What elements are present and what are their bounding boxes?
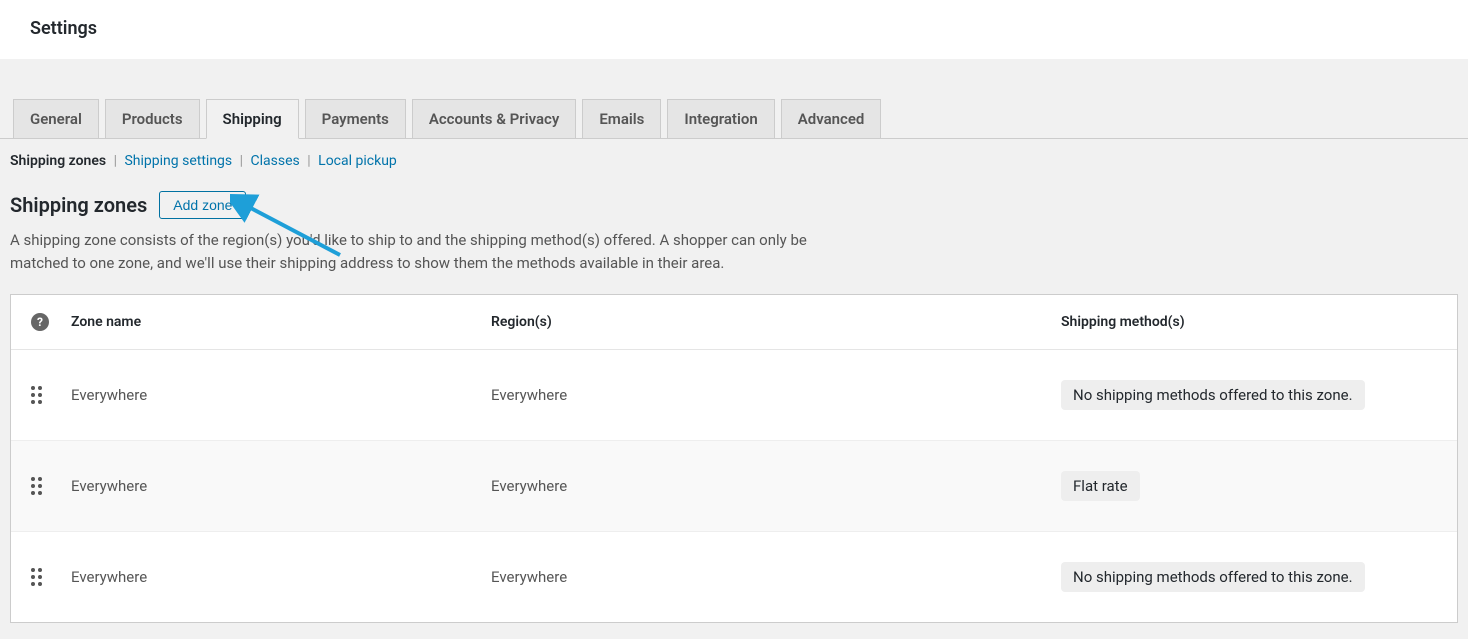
zone-name-cell: Everywhere xyxy=(71,568,491,586)
zone-method-cell: Flat rate xyxy=(1061,471,1437,501)
subtab-shipping-settings[interactable]: Shipping settings xyxy=(124,153,232,169)
table-row[interactable]: Everywhere Everywhere No shipping method… xyxy=(11,532,1457,622)
separator: | xyxy=(307,153,310,169)
table-row[interactable]: Everywhere Everywhere No shipping method… xyxy=(11,350,1457,441)
page-title: Settings xyxy=(30,18,1438,39)
zones-table: ? Zone name Region(s) Shipping method(s)… xyxy=(10,294,1458,623)
subtab-local-pickup[interactable]: Local pickup xyxy=(318,153,397,169)
help-icon[interactable]: ? xyxy=(31,313,49,331)
subtab-shipping-zones[interactable]: Shipping zones xyxy=(10,153,106,169)
tab-payments[interactable]: Payments xyxy=(305,99,406,138)
column-header-region: Region(s) xyxy=(491,314,1061,330)
section-description: A shipping zone consists of the region(s… xyxy=(0,229,870,294)
add-zone-button[interactable]: Add zone xyxy=(159,191,246,219)
drag-handle-icon[interactable] xyxy=(31,568,42,586)
section-title: Shipping zones xyxy=(10,193,147,217)
table-header-row: ? Zone name Region(s) Shipping method(s) xyxy=(11,295,1457,350)
separator: | xyxy=(240,153,243,169)
tabs-nav: General Products Shipping Payments Accou… xyxy=(0,59,1468,139)
tab-products[interactable]: Products xyxy=(105,99,200,138)
method-badge: No shipping methods offered to this zone… xyxy=(1061,562,1365,592)
column-header-shipping-method: Shipping method(s) xyxy=(1061,314,1437,330)
subtab-classes[interactable]: Classes xyxy=(251,153,300,169)
zone-region-cell: Everywhere xyxy=(491,568,1061,586)
drag-handle-icon[interactable] xyxy=(31,386,42,404)
separator: | xyxy=(114,153,117,169)
tab-integration[interactable]: Integration xyxy=(667,99,774,138)
tab-shipping[interactable]: Shipping xyxy=(206,99,299,139)
tab-advanced[interactable]: Advanced xyxy=(781,99,882,138)
zone-method-cell: No shipping methods offered to this zone… xyxy=(1061,380,1437,410)
method-badge: Flat rate xyxy=(1061,471,1140,501)
zone-name-cell: Everywhere xyxy=(71,477,491,495)
subtabs-nav: Shipping zones | Shipping settings | Cla… xyxy=(0,139,1468,183)
tab-general[interactable]: General xyxy=(13,99,99,138)
zone-region-cell: Everywhere xyxy=(491,386,1061,404)
column-header-zone-name: Zone name xyxy=(71,314,491,330)
zone-method-cell: No shipping methods offered to this zone… xyxy=(1061,562,1437,592)
drag-handle-icon[interactable] xyxy=(31,477,42,495)
zone-name-cell: Everywhere xyxy=(71,386,491,404)
tab-emails[interactable]: Emails xyxy=(582,99,661,138)
method-badge: No shipping methods offered to this zone… xyxy=(1061,380,1365,410)
tab-accounts-privacy[interactable]: Accounts & Privacy xyxy=(412,99,577,138)
zone-region-cell: Everywhere xyxy=(491,477,1061,495)
table-row[interactable]: Everywhere Everywhere Flat rate xyxy=(11,441,1457,532)
